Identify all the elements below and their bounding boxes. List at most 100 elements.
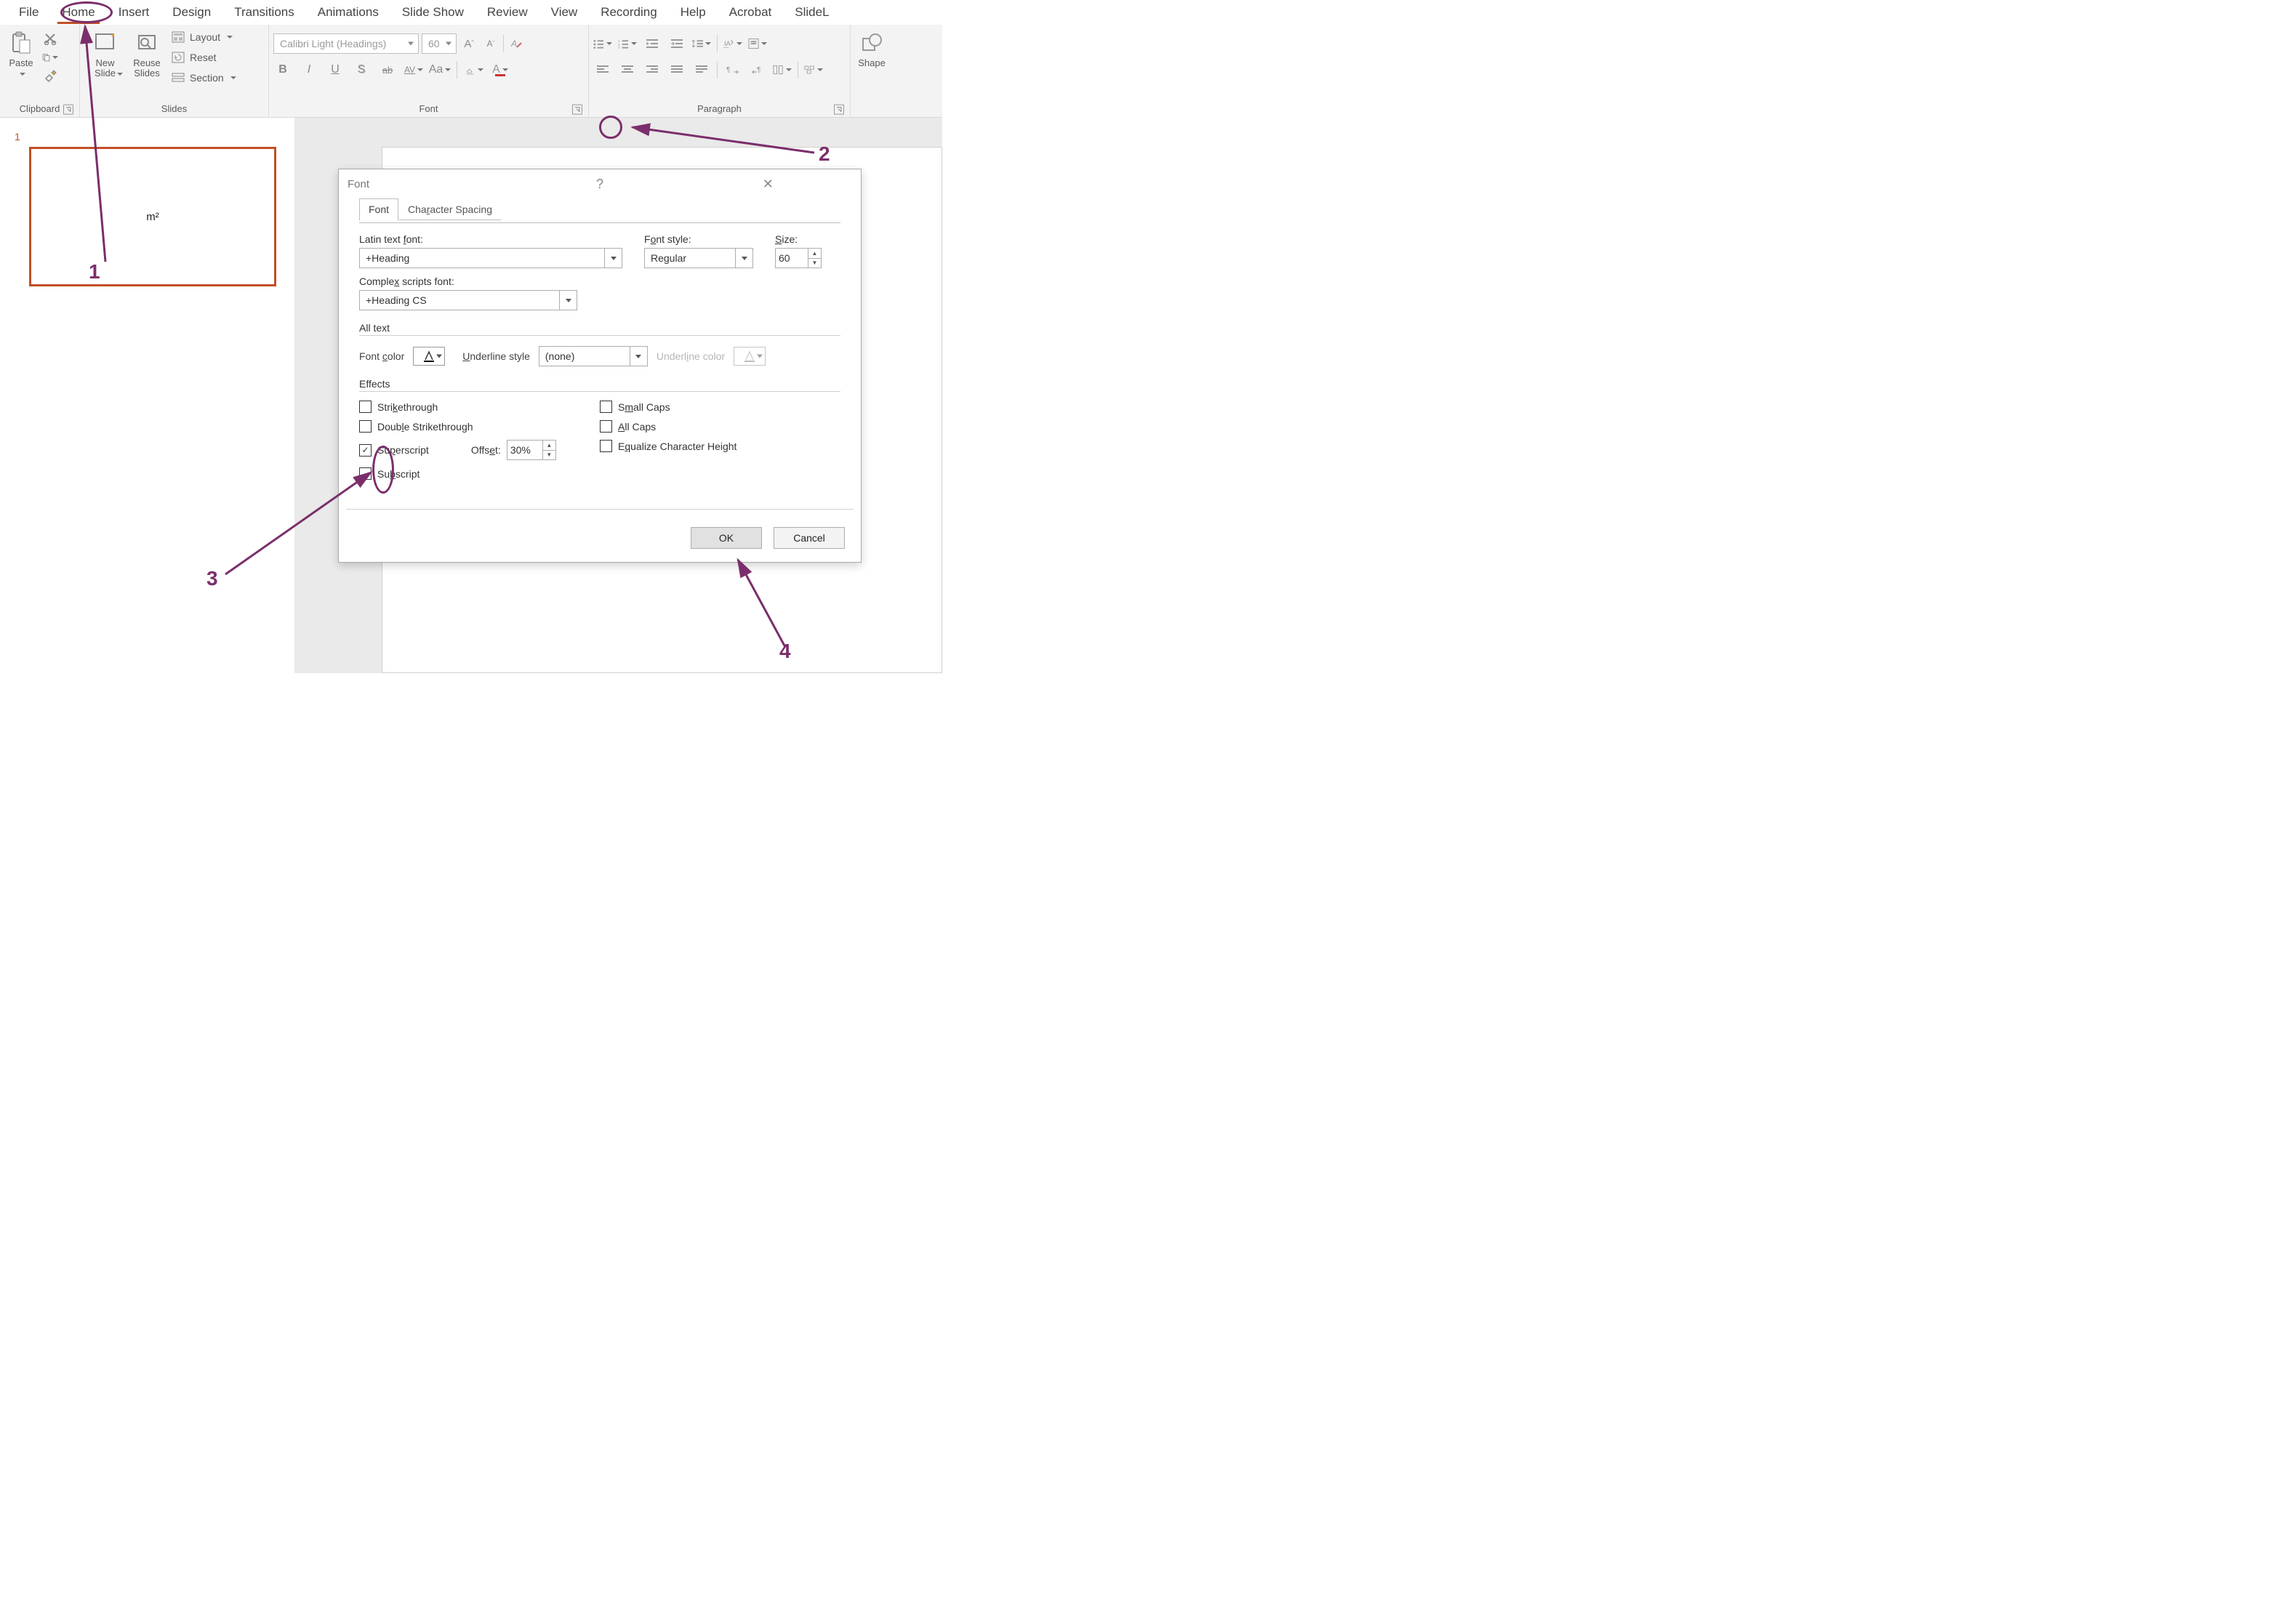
dialog-help-button[interactable]: ? <box>515 177 683 192</box>
reuse-slides-button[interactable]: ReuseSlides <box>130 28 164 79</box>
offset-input[interactable] <box>507 440 543 460</box>
slide-thumbnail-text: m² <box>146 211 159 223</box>
increase-font-button[interactable]: Aˆ <box>459 34 478 53</box>
latin-font-dropdown[interactable]: +Heading <box>359 248 622 268</box>
complex-font-dropdown[interactable]: +Heading CS <box>359 290 577 310</box>
font-color-button[interactable]: A <box>491 60 510 79</box>
smartart-button[interactable] <box>804 60 823 79</box>
char-spacing-button[interactable]: AV <box>404 60 423 79</box>
align-center-button[interactable] <box>618 60 637 79</box>
slide-thumbnail-1[interactable]: m² <box>29 147 276 286</box>
columns-button[interactable] <box>773 60 792 79</box>
slide-number: 1 <box>15 131 20 142</box>
new-slide-button[interactable]: NewSlide <box>84 28 126 79</box>
group-clipboard-label: Clipboard <box>4 103 75 117</box>
group-clipboard: Paste Clipboard <box>0 25 80 117</box>
tab-file[interactable]: File <box>7 1 50 24</box>
subscript-checkbox[interactable]: Subscript <box>359 467 600 480</box>
dialog-close-button[interactable]: ✕ <box>684 177 852 192</box>
strikethrough-checkbox[interactable]: Strikethrough <box>359 401 600 413</box>
tab-home[interactable]: Home <box>50 1 106 24</box>
clipboard-launcher[interactable] <box>63 104 73 114</box>
new-slide-label: NewSlide <box>95 58 116 79</box>
align-left-button[interactable] <box>593 60 612 79</box>
text-shadow-button[interactable]: S <box>352 60 371 79</box>
dialog-tab-font[interactable]: Font <box>359 198 398 220</box>
font-style-dropdown[interactable]: Regular <box>644 248 753 268</box>
layout-button[interactable]: Layout <box>168 29 241 45</box>
line-spacing-button[interactable] <box>692 34 711 53</box>
tab-help[interactable]: Help <box>669 1 718 24</box>
rtl-button[interactable]: ¶ <box>748 60 767 79</box>
justify-button[interactable] <box>667 60 686 79</box>
tab-design[interactable]: Design <box>161 1 222 24</box>
reset-button[interactable]: Reset <box>168 49 241 65</box>
size-spinner[interactable]: ▲▼ <box>775 248 840 268</box>
cancel-button[interactable]: Cancel <box>774 527 845 549</box>
change-case-button[interactable]: Aa <box>430 60 449 79</box>
paragraph-launcher[interactable] <box>834 104 844 114</box>
group-slides-label: Slides <box>84 103 264 117</box>
all-caps-checkbox[interactable]: All Caps <box>600 420 840 433</box>
offset-spinner[interactable]: ▲▼ <box>507 440 556 460</box>
ribbon-body: Paste Clipboard NewSlide ReuseSlides <box>0 25 942 118</box>
ok-button[interactable]: OK <box>691 527 762 549</box>
group-font: Calibri Light (Headings) 60 Aˆ Aˇ A B I … <box>269 25 589 117</box>
section-button[interactable]: Section <box>168 70 241 86</box>
text-direction-button[interactable]: I͟A <box>723 34 742 53</box>
increase-indent-button[interactable] <box>667 34 686 53</box>
tab-recording[interactable]: Recording <box>589 1 669 24</box>
bullets-button[interactable] <box>593 34 612 53</box>
tab-transitions[interactable]: Transitions <box>222 1 306 24</box>
underline-style-label: Underline style <box>462 350 530 362</box>
superscript-checkbox[interactable]: ✓Superscript Offset: ▲▼ <box>359 440 600 460</box>
decrease-indent-button[interactable] <box>643 34 662 53</box>
font-family-combo[interactable]: Calibri Light (Headings) <box>273 33 419 54</box>
svg-text:¶: ¶ <box>757 66 760 74</box>
shapes-icon <box>859 31 884 55</box>
layout-icon <box>171 31 185 44</box>
align-right-button[interactable] <box>643 60 662 79</box>
align-text-vert-button[interactable] <box>748 34 767 53</box>
font-size-combo[interactable]: 60 <box>422 33 457 54</box>
all-text-section-label: All text <box>359 322 840 334</box>
highlight-button[interactable] <box>465 60 483 79</box>
cut-button[interactable] <box>42 31 58 47</box>
small-caps-checkbox[interactable]: Small Caps <box>600 401 840 413</box>
distribute-button[interactable] <box>692 60 711 79</box>
size-input[interactable] <box>775 248 808 268</box>
paste-button[interactable]: Paste <box>4 28 38 79</box>
italic-button[interactable]: I <box>300 60 318 79</box>
clear-formatting-button[interactable]: A <box>507 34 526 53</box>
tab-view[interactable]: View <box>539 1 590 24</box>
equalize-checkbox[interactable]: Equalize Character Height <box>600 440 840 452</box>
double-strike-checkbox[interactable]: Double Strikethrough <box>359 420 600 433</box>
tab-slide-show[interactable]: Slide Show <box>390 1 475 24</box>
shapes-button[interactable]: Shape <box>855 28 888 68</box>
tab-animations[interactable]: Animations <box>306 1 390 24</box>
tab-review[interactable]: Review <box>475 1 539 24</box>
dialog-tab-spacing[interactable]: Character Spacing <box>398 198 502 220</box>
tab-acrobat[interactable]: Acrobat <box>718 1 784 24</box>
tab-slidel[interactable]: SlideL <box>783 1 840 24</box>
ltr-button[interactable]: ¶ <box>723 60 742 79</box>
font-color-picker[interactable] <box>413 347 445 366</box>
offset-label: Offset: <box>471 444 501 456</box>
font-launcher[interactable] <box>572 104 582 114</box>
underline-style-dropdown[interactable]: (none) <box>539 346 648 366</box>
paste-caret-icon <box>17 68 25 79</box>
numbering-button[interactable]: 123 <box>618 34 637 53</box>
copy-button[interactable] <box>42 49 58 65</box>
dialog-titlebar[interactable]: Font ? ✕ <box>339 169 861 198</box>
group-paragraph-label: Paragraph <box>593 103 846 117</box>
strikethrough-button[interactable]: ab <box>378 60 397 79</box>
font-dialog: Font ? ✕ Font Character Spacing Latin te… <box>338 169 862 563</box>
format-painter-button[interactable] <box>42 68 58 84</box>
decrease-font-button[interactable]: Aˇ <box>481 34 500 53</box>
bold-button[interactable]: B <box>273 60 292 79</box>
paste-icon <box>9 31 33 55</box>
effects-section-label: Effects <box>359 378 840 390</box>
underline-button[interactable]: U <box>326 60 345 79</box>
tab-insert[interactable]: Insert <box>107 1 161 24</box>
section-label: Section <box>190 72 224 84</box>
